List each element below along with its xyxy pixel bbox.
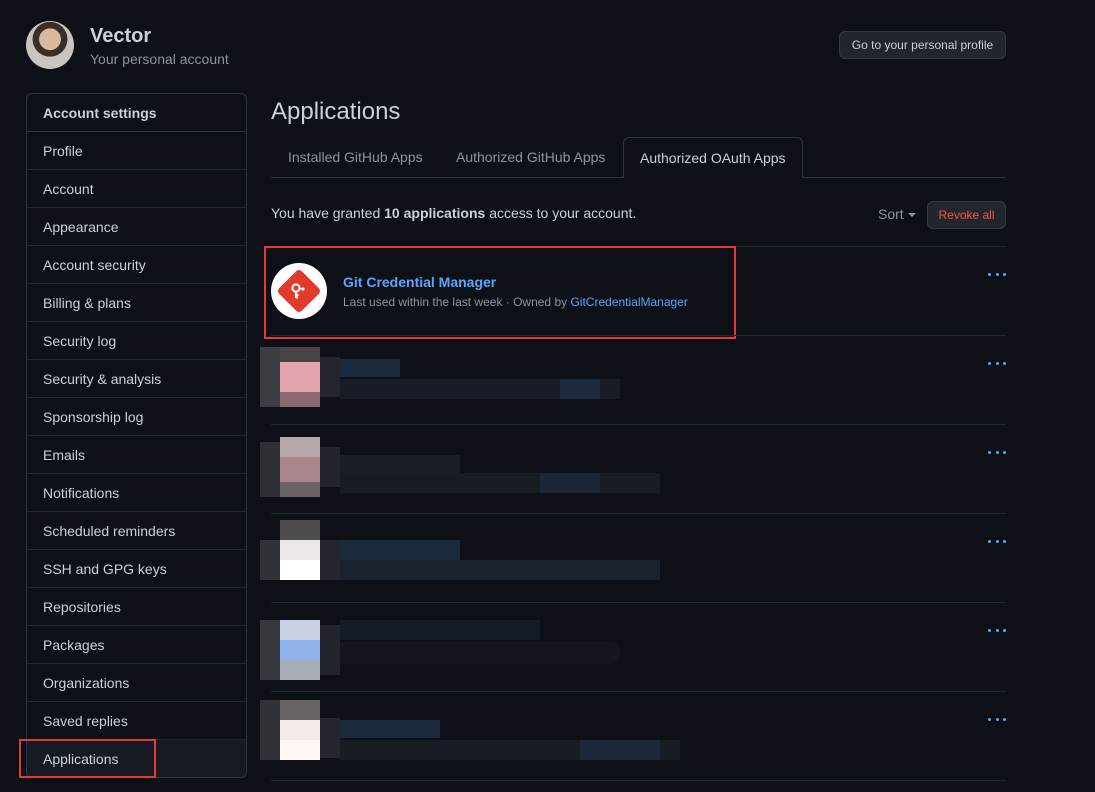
user-subtitle: Your personal account xyxy=(90,51,229,67)
sidebar-item-account-security[interactable]: Account security xyxy=(27,246,246,284)
summary-suffix: access to your account. xyxy=(489,205,637,221)
revoke-all-button[interactable]: Revoke all xyxy=(927,201,1006,229)
row-divider xyxy=(271,602,1006,603)
user-name: Vector xyxy=(90,25,152,47)
sidebar-item-appearance[interactable]: Appearance xyxy=(27,208,246,246)
sidebar-item-saved-replies[interactable]: Saved replies xyxy=(27,702,246,740)
sidebar-item-organizations[interactable]: Organizations xyxy=(27,664,246,702)
more-options-icon[interactable] xyxy=(988,448,1006,456)
highlight-box-app xyxy=(264,246,736,339)
summary-prefix: You have granted xyxy=(271,205,381,221)
sidebar-item-notifications[interactable]: Notifications xyxy=(27,474,246,512)
highlight-box-applications xyxy=(19,739,156,778)
grant-summary: You have granted 10 applications access … xyxy=(271,205,636,221)
settings-sidebar: Account settings Profile Account Appeara… xyxy=(26,93,247,778)
sidebar-item-security-log[interactable]: Security log xyxy=(27,322,246,360)
sidebar-item-billing[interactable]: Billing & plans xyxy=(27,284,246,322)
row-divider xyxy=(271,691,1006,692)
more-options-icon[interactable] xyxy=(988,359,1006,367)
sidebar-item-repositories[interactable]: Repositories xyxy=(27,588,246,626)
tab-authorized-oauth-apps[interactable]: Authorized OAuth Apps xyxy=(623,137,803,178)
sidebar-item-account[interactable]: Account xyxy=(27,170,246,208)
sidebar-item-sponsorship-log[interactable]: Sponsorship log xyxy=(27,398,246,436)
sidebar-item-scheduled-reminders[interactable]: Scheduled reminders xyxy=(27,512,246,550)
row-divider xyxy=(271,780,1006,781)
more-options-icon[interactable] xyxy=(988,626,1006,634)
sidebar-item-packages[interactable]: Packages xyxy=(27,626,246,664)
summary-count: 10 applications xyxy=(384,205,486,221)
avatar[interactable] xyxy=(26,21,74,69)
sidebar-item-profile[interactable]: Profile xyxy=(27,132,246,170)
row-divider xyxy=(271,424,1006,425)
sidebar-item-ssh-gpg-keys[interactable]: SSH and GPG keys xyxy=(27,550,246,588)
row-divider xyxy=(271,335,1006,336)
more-options-icon[interactable] xyxy=(988,537,1006,545)
tab-installed-github-apps[interactable]: Installed GitHub Apps xyxy=(272,137,439,177)
sidebar-item-emails[interactable]: Emails xyxy=(27,436,246,474)
sort-label: Sort xyxy=(878,206,904,222)
page-title: Applications xyxy=(271,98,401,125)
sidebar-heading: Account settings xyxy=(27,94,246,132)
row-divider xyxy=(271,513,1006,514)
caret-down-icon xyxy=(907,213,916,217)
tab-authorized-github-apps[interactable]: Authorized GitHub Apps xyxy=(440,137,621,177)
more-options-icon[interactable] xyxy=(988,270,1006,278)
more-options-icon[interactable] xyxy=(988,715,1006,723)
go-to-profile-button[interactable]: Go to your personal profile xyxy=(839,31,1006,59)
sidebar-item-security-analysis[interactable]: Security & analysis xyxy=(27,360,246,398)
tab-bar: Installed GitHub Apps Authorized GitHub … xyxy=(271,137,1006,178)
sort-dropdown[interactable]: Sort xyxy=(878,206,916,222)
